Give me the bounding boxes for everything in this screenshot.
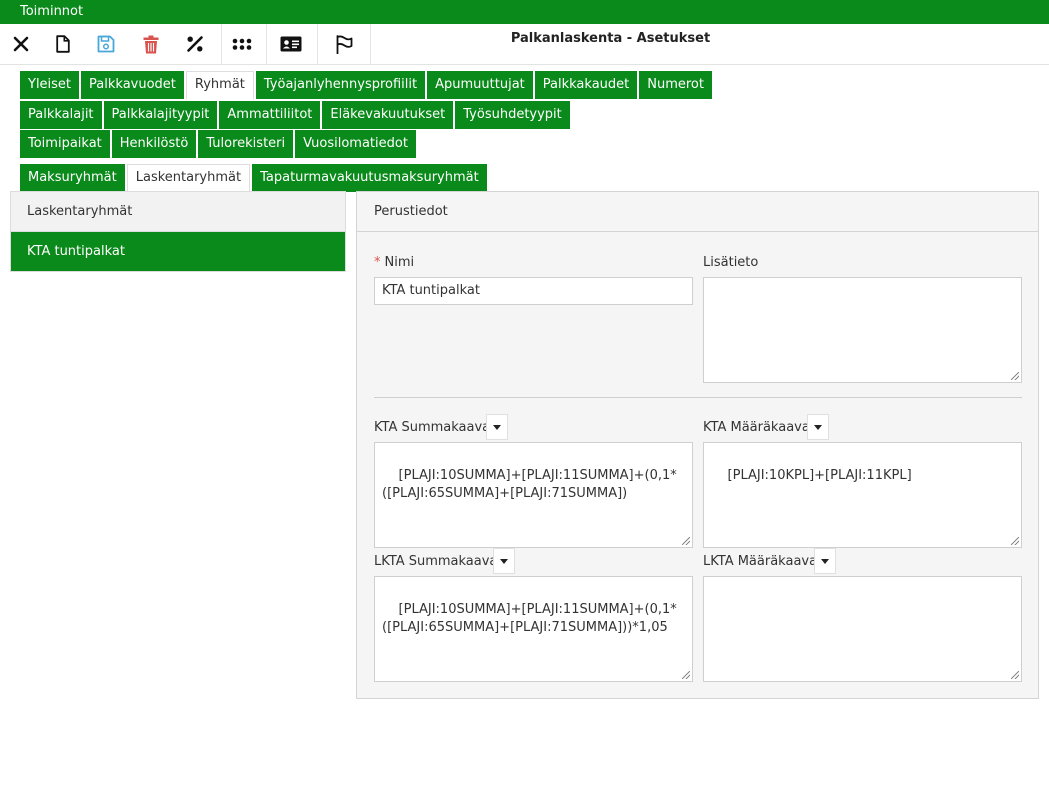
save-button[interactable] — [91, 24, 121, 64]
tab-apumuuttujat[interactable]: Apumuuttujat — [427, 71, 533, 99]
tab-tyoajanlyhennysprofiilit[interactable]: Työajanlyhennysprofiilit — [255, 71, 426, 99]
tab-palkkakaudet[interactable]: Palkkakaudet — [534, 71, 638, 99]
id-card-button[interactable] — [276, 24, 306, 64]
tab-vuosilomatiedot[interactable]: Vuosilomatiedot — [295, 130, 416, 158]
delete-icon — [143, 35, 159, 53]
menubar[interactable]: Toiminnot — [0, 0, 1049, 24]
group-list-header: Laskentaryhmät — [11, 192, 345, 232]
apps-grid-icon — [232, 38, 252, 50]
tab-palkkalajit[interactable]: Palkkalajit — [20, 101, 102, 129]
lkta-summakaava-textarea[interactable]: [PLAJI:10SUMMA]+[PLAJI:11SUMMA]+(0,1*([P… — [374, 576, 693, 682]
group-list-panel: Laskentaryhmät KTA tuntipalkat — [10, 191, 346, 272]
tabs-row-2: Palkkalajit Palkkalajityypit Ammattiliit… — [20, 101, 572, 129]
nimi-label: * Nimi — [374, 255, 414, 270]
kta-maarakaava-label: KTA Määräkaava — [703, 420, 810, 435]
resize-handle[interactable] — [682, 537, 690, 545]
lkta-maarakaava-dropdown-button[interactable] — [814, 548, 836, 574]
caret-down-icon — [814, 424, 822, 430]
tab-palkkavuodet[interactable]: Palkkavuodet — [81, 71, 184, 99]
lisatieto-textarea[interactable] — [703, 277, 1022, 383]
tab-tapaturmavakuutusmaksuryhmat[interactable]: Tapaturmavakuutusmaksuryhmät — [252, 164, 487, 192]
nimi-input[interactable]: KTA tuntipalkat — [374, 277, 693, 305]
tabs-row-main: Yleiset Palkkavuodet Ryhmät Työajanlyhen… — [20, 71, 714, 99]
lkta-maarakaava-label: LKTA Määräkaava — [703, 554, 818, 569]
tab-palkkalajityypit[interactable]: Palkkalajityypit — [103, 101, 218, 129]
kta-summakaava-text: [PLAJI:10SUMMA]+[PLAJI:11SUMMA]+(0,1*([P… — [382, 468, 677, 501]
flag-button[interactable] — [329, 24, 359, 64]
tabs-row-sub: Maksuryhmät Laskentaryhmät Tapaturmavaku… — [20, 164, 489, 192]
tab-elakevakuutukset[interactable]: Eläkevakuutukset — [322, 101, 454, 129]
lisatieto-label: Lisätieto — [703, 255, 759, 270]
percent-icon — [187, 36, 203, 52]
tab-yleiset[interactable]: Yleiset — [20, 71, 80, 99]
section-title: Perustiedot — [357, 192, 1038, 232]
form-divider — [374, 397, 1022, 398]
close-icon — [13, 36, 29, 52]
toolbar-separator — [266, 24, 267, 64]
caret-down-icon — [493, 424, 501, 430]
tab-toimipaikat[interactable]: Toimipaikat — [20, 130, 110, 158]
tab-ammattiliitot[interactable]: Ammattiliitot — [219, 101, 321, 129]
save-icon — [97, 35, 115, 53]
resize-handle[interactable] — [1011, 372, 1019, 380]
kta-maarakaava-text: [PLAJI:10KPL]+[PLAJI:11KPL] — [727, 468, 912, 483]
details-panel: Perustiedot * Nimi KTA tuntipalkat Lisäti… — [356, 191, 1039, 699]
toolbar-separator — [317, 24, 318, 64]
tab-tyosuhdetyypit[interactable]: Työsuhdetyypit — [455, 101, 570, 129]
apps-button[interactable] — [227, 24, 257, 64]
toolbar-separator — [370, 24, 371, 64]
kta-summakaava-textarea[interactable]: [PLAJI:10SUMMA]+[PLAJI:11SUMMA]+(0,1*([P… — [374, 442, 693, 548]
lkta-summakaava-label: LKTA Summakaava — [374, 554, 498, 569]
resize-handle[interactable] — [1011, 537, 1019, 545]
menubar-label[interactable]: Toiminnot — [20, 4, 83, 19]
caret-down-icon — [500, 558, 508, 564]
tab-ryhmat[interactable]: Ryhmät — [185, 71, 254, 99]
tabs-row-3: Toimipaikat Henkilöstö Tulorekisteri Vuo… — [20, 130, 418, 158]
tab-maksuryhmat[interactable]: Maksuryhmät — [20, 164, 125, 192]
required-marker: * — [374, 255, 381, 270]
tab-numerot[interactable]: Numerot — [639, 71, 712, 99]
tab-tulorekisteri[interactable]: Tulorekisteri — [198, 130, 294, 158]
lkta-summakaava-dropdown-button[interactable] — [493, 548, 515, 574]
id-card-icon — [280, 36, 302, 52]
resize-handle[interactable] — [682, 671, 690, 679]
close-button[interactable] — [6, 24, 36, 64]
group-list-item[interactable]: KTA tuntipalkat — [11, 232, 345, 271]
new-button[interactable] — [48, 24, 78, 64]
flag-icon — [336, 34, 353, 54]
kta-maarakaava-textarea[interactable]: [PLAJI:10KPL]+[PLAJI:11KPL] — [703, 442, 1022, 548]
percent-button[interactable] — [180, 24, 210, 64]
delete-button[interactable] — [136, 24, 166, 64]
resize-handle[interactable] — [1011, 671, 1019, 679]
toolbar-separator — [221, 24, 222, 64]
toolbar: Palkanlaskenta - Asetukset — [0, 24, 1049, 65]
tab-laskentaryhmat[interactable]: Laskentaryhmät — [126, 164, 251, 192]
kta-maarakaava-dropdown-button[interactable] — [807, 414, 829, 440]
nimi-label-text: Nimi — [384, 255, 415, 270]
kta-summakaava-dropdown-button[interactable] — [486, 414, 508, 440]
kta-summakaava-label: KTA Summakaava — [374, 420, 491, 435]
lkta-summakaava-text: [PLAJI:10SUMMA]+[PLAJI:11SUMMA]+(0,1*([P… — [382, 602, 677, 635]
lkta-maarakaava-textarea[interactable] — [703, 576, 1022, 682]
caret-down-icon — [821, 558, 829, 564]
new-document-icon — [56, 35, 70, 53]
tab-henkilosto[interactable]: Henkilöstö — [111, 130, 197, 158]
page-title: Palkanlaskenta - Asetukset — [510, 31, 711, 46]
